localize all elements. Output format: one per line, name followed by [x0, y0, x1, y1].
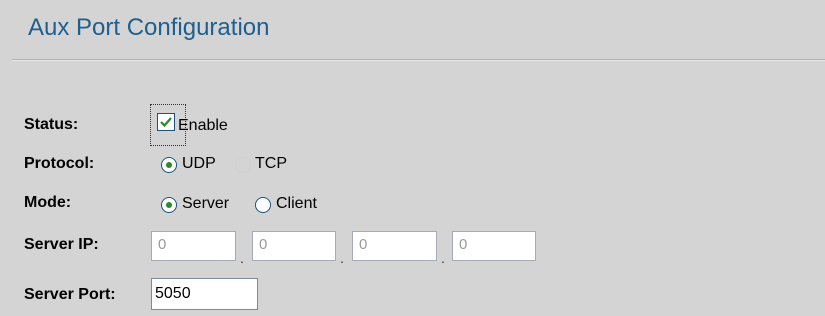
ip-separator: . — [240, 250, 244, 266]
server-ip-octet-4[interactable]: 0 — [452, 231, 536, 261]
page-title: Aux Port Configuration — [28, 14, 270, 41]
server-port-input[interactable]: 5050 — [151, 278, 258, 310]
protocol-tcp-label: TCP — [255, 155, 287, 172]
protocol-udp-label[interactable]: UDP — [182, 155, 216, 173]
ip-separator: . — [441, 250, 445, 266]
server-ip-octet-2[interactable]: 0 — [252, 231, 336, 261]
mode-label: Mode: — [24, 194, 72, 211]
mode-server-label[interactable]: Server — [182, 195, 229, 213]
mode-client-radio[interactable] — [255, 197, 271, 213]
title-divider — [12, 59, 825, 60]
server-ip-label: Server IP: — [24, 236, 99, 253]
mode-server-radio[interactable] — [161, 197, 177, 213]
ip-separator: . — [340, 250, 344, 266]
protocol-label: Protocol: — [24, 155, 95, 172]
checkmark-icon — [160, 117, 172, 128]
server-ip-octet-3[interactable]: 0 — [352, 231, 437, 261]
protocol-udp-radio[interactable] — [161, 157, 177, 173]
enable-checkbox[interactable] — [157, 113, 175, 131]
enable-checkbox-label[interactable]: Enable — [178, 117, 228, 135]
server-port-label: Server Port: — [24, 286, 116, 303]
server-ip-octet-1[interactable]: 0 — [151, 231, 236, 261]
mode-client-label[interactable]: Client — [276, 195, 317, 213]
status-label: Status: — [24, 116, 79, 133]
protocol-tcp-radio — [235, 157, 251, 173]
